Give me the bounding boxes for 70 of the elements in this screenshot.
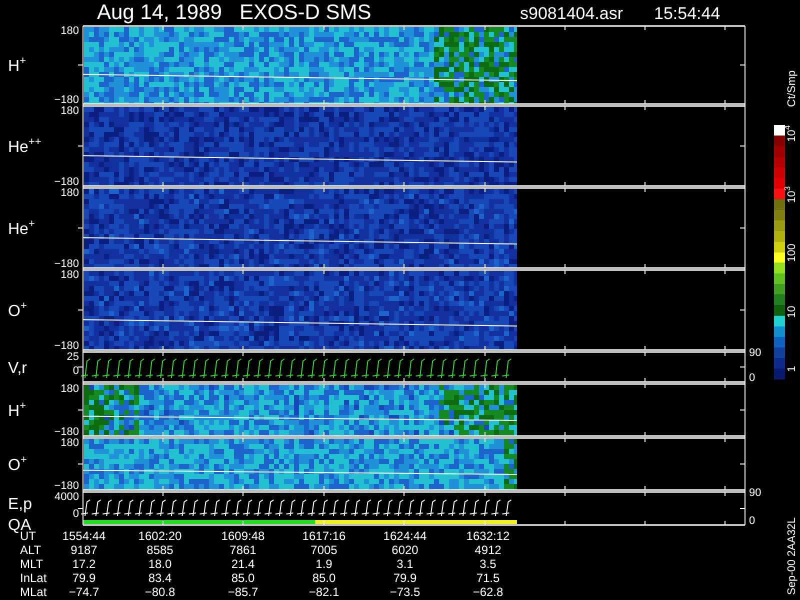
table-cell: −73.5: [390, 585, 420, 599]
axis-label: 180: [60, 437, 79, 449]
panel-label: H$^{+}$: [8, 400, 26, 420]
table-cell: 1.9: [316, 557, 332, 571]
table-cell: 71.5: [476, 571, 500, 585]
table-cell: 17.2: [72, 557, 96, 571]
table-cell: −62.8: [472, 585, 504, 599]
scale-label: 10: [786, 306, 798, 318]
table-cell: 1632:12: [466, 529, 510, 543]
table-label: ALT: [20, 543, 42, 557]
panel-label: E,p: [8, 496, 32, 513]
axis-label: 0: [72, 508, 79, 520]
axis-label: −180: [54, 94, 79, 106]
table-cell: −85.7: [228, 585, 258, 599]
axis-label: 0: [72, 365, 79, 377]
axis-label: 4000: [54, 491, 79, 503]
axis-label: 0: [749, 372, 756, 384]
table-cell: 21.4: [231, 557, 255, 571]
time-label: 15:54:44: [654, 4, 720, 23]
table-cell: 8585: [146, 543, 174, 557]
table-cell: 9187: [70, 543, 98, 557]
table-cell: −74.7: [68, 585, 100, 599]
table-cell: 83.4: [148, 571, 172, 585]
table-cell: 1609:48: [221, 529, 265, 543]
axis-label: 0: [749, 515, 756, 527]
scale-label: 100: [786, 244, 798, 262]
table-cell: 85.0: [312, 571, 336, 585]
axis-label: 180: [60, 187, 79, 199]
plot-title: Aug 14, 1989 EXOS-D SMS: [97, 1, 372, 24]
axis-label: 180: [60, 25, 79, 37]
panel-label: O$^{+}$: [8, 300, 27, 320]
table-cell: −82.1: [308, 585, 340, 599]
axis-label: −180: [54, 176, 79, 188]
panel-label: O$^{+}$: [8, 454, 27, 474]
axis-label: 180: [60, 269, 79, 281]
table-cell: 1617:16: [302, 529, 346, 543]
axis-label: 180: [60, 383, 79, 395]
table-cell: 4912: [474, 543, 502, 557]
axis-label: −180: [54, 426, 79, 438]
table-cell: −80.8: [144, 585, 176, 599]
table-label: MLT: [20, 557, 44, 571]
table-cell: 3.1: [396, 557, 414, 571]
table-cell: 79.9: [393, 571, 417, 585]
table-cell: 18.0: [148, 557, 172, 571]
scale-label: 1: [786, 366, 798, 372]
file-name: s9081404.asr: [520, 4, 624, 23]
panel-label: He$^{+}$: [8, 218, 35, 238]
unit-label: Ct/Smp: [786, 70, 798, 107]
axis-label: 90: [749, 347, 762, 359]
axis-label: −180: [54, 340, 79, 352]
axis-label: −180: [54, 480, 79, 492]
table-cell: 79.9: [72, 571, 96, 585]
table-cell: 85.0: [231, 571, 255, 585]
axis-label: 25: [66, 351, 79, 363]
panel-label: V,r: [8, 360, 27, 377]
panel-label: H$^{+}$: [8, 55, 26, 75]
table-cell: 1602:20: [138, 529, 182, 543]
table-cell: 1624:44: [383, 529, 427, 543]
axis-label: 180: [60, 105, 79, 117]
table-label: InLat: [20, 571, 47, 585]
axis-label: −180: [54, 258, 79, 270]
table-cell: 7005: [310, 543, 338, 557]
table-cell: 6020: [392, 543, 418, 557]
axis-label: 90: [749, 487, 762, 499]
footer-note: Sep-00 2AA32L: [786, 517, 798, 595]
table-label: MLat: [20, 585, 47, 599]
panel-label: He$^{++}$: [8, 136, 42, 156]
table-cell: 3.5: [480, 557, 496, 571]
table-cell: 1554:44: [62, 529, 106, 543]
table-cell: 7861: [230, 543, 256, 557]
